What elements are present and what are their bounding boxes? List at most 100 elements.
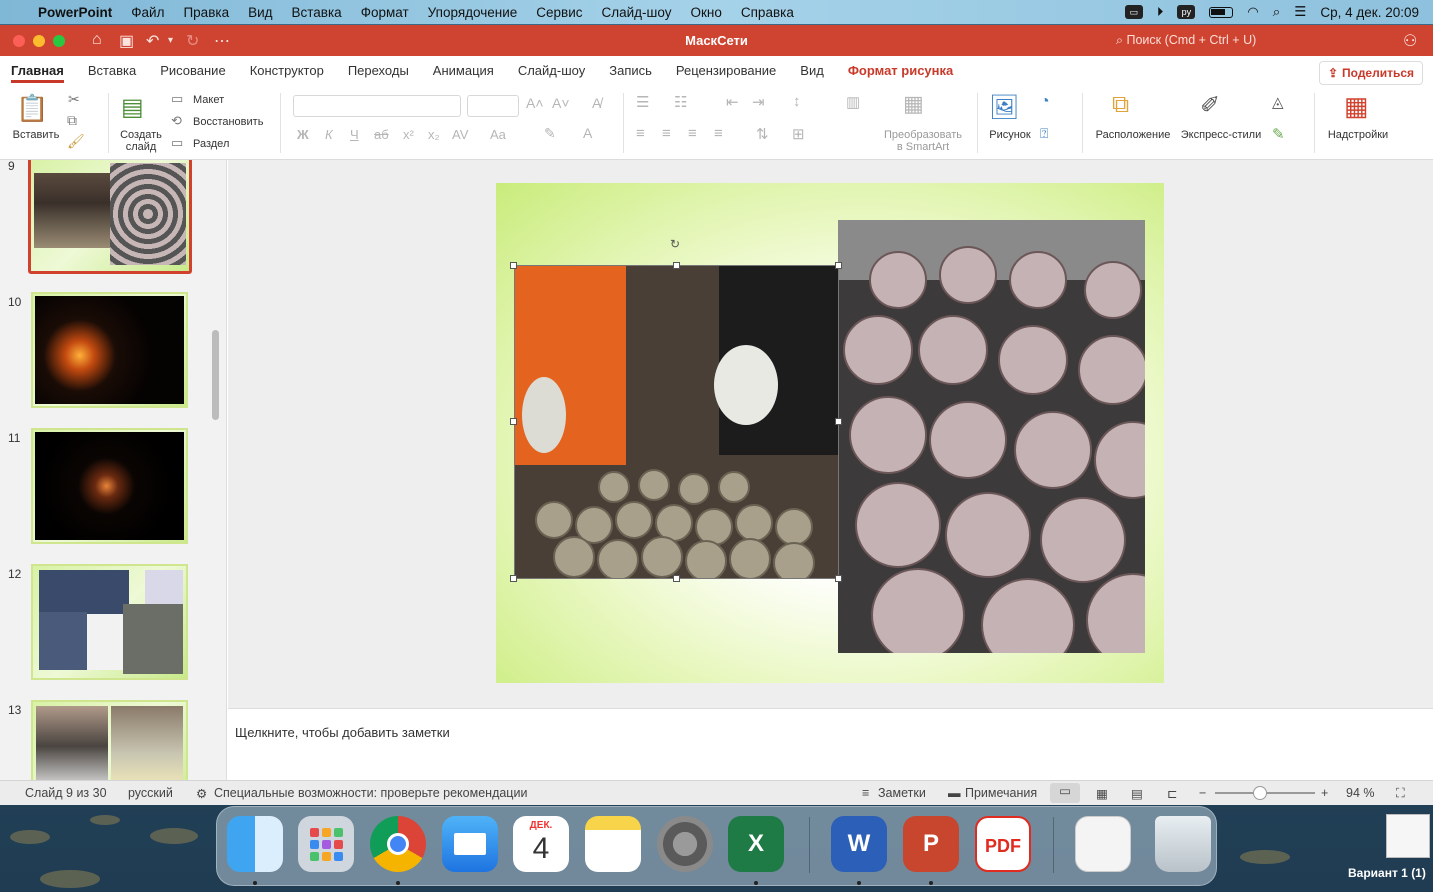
picture-label[interactable]: Рисунок [984,129,1036,141]
copy-icon[interactable]: ⧉ [67,112,77,129]
shapes-icon[interactable]: ◔ [1040,93,1050,111]
slide-thumbnail-10[interactable] [31,292,188,408]
document-preview-icon[interactable] [1075,816,1131,872]
menubar-clock[interactable]: Ср, 4 дек. 20:09 [1320,5,1419,20]
shrink-font-icon[interactable]: A˅ [552,95,570,111]
underline-icon[interactable]: Ч [350,127,359,142]
resize-handle[interactable] [673,262,680,269]
arrange-label[interactable]: Расположение [1093,129,1173,141]
align-right-icon[interactable]: ≡ [688,125,697,142]
menu-file[interactable]: Файл [131,5,164,20]
play-icon[interactable]: ⏵ [1157,4,1164,20]
tab-transitions[interactable]: Переходы [348,63,409,78]
comments-toggle[interactable]: Примечания [965,786,1037,800]
control-center-icon[interactable]: ☰ [1294,4,1306,20]
resize-handle[interactable] [510,418,517,425]
align-center-icon[interactable]: ≡ [662,125,671,142]
fit-to-window-icon[interactable]: ⛶ [1396,786,1405,801]
reset-icon[interactable]: ⟲ [171,113,182,129]
tab-home[interactable]: Главная [11,63,64,83]
menu-app-name[interactable]: PowerPoint [38,5,112,20]
char-spacing-icon[interactable]: AV [452,127,468,142]
resize-handle[interactable] [510,575,517,582]
layout-icon[interactable]: ▭ [171,91,183,107]
tab-insert[interactable]: Вставка [88,63,136,78]
line-spacing-icon[interactable]: ↕ [793,93,801,110]
increase-indent-icon[interactable]: ⇥ [752,93,765,111]
tab-design[interactable]: Конструктор [250,63,324,78]
calendar-icon[interactable]: ДЕК. 4 [513,816,569,872]
tab-review[interactable]: Рецензирование [676,63,776,78]
menu-window[interactable]: Окно [691,5,722,20]
strikethrough-icon[interactable]: аб [374,127,389,142]
search-field[interactable]: ⌕ Поиск (Cmd + Ctrl + U) [1116,33,1256,48]
pdf-icon[interactable]: PDF [975,816,1031,872]
cut-icon[interactable]: ✂ [68,91,80,108]
chrome-icon[interactable] [370,816,426,872]
tab-animations[interactable]: Анимация [433,63,494,78]
section-icon[interactable]: ▭ [171,135,183,151]
excel-icon[interactable]: X [728,816,784,872]
desktop-file-label[interactable]: Вариант 1 (1) [1348,866,1426,880]
shape-outline-icon[interactable]: ✎ [1272,125,1285,143]
system-settings-icon[interactable] [657,816,713,872]
reading-view-button[interactable]: ▤ [1131,786,1143,801]
decrease-indent-icon[interactable]: ⇤ [726,93,739,111]
display-icon[interactable]: ▭ [1124,5,1143,19]
desktop-file-icon[interactable] [1386,814,1430,858]
subscript-icon[interactable]: x₂ [428,127,440,142]
grow-font-icon[interactable]: A˄ [526,95,544,111]
addins-label[interactable]: Надстройки [1322,129,1394,141]
accessibility-icon[interactable]: ⚙ [196,786,207,801]
slide-thumbnail-9[interactable] [28,160,192,274]
layout-button[interactable]: Макет [193,94,224,106]
normal-view-button[interactable]: ▭ [1050,783,1080,803]
numbering-icon[interactable]: ☷ [674,93,687,111]
notes-pane[interactable]: Щелкните, чтобы добавить заметки [228,708,1433,780]
resize-handle[interactable] [673,575,680,582]
textbox-icon[interactable]: ⍰ [1040,125,1048,142]
slide-thumbnail-11[interactable] [31,428,188,544]
notes-app-icon[interactable] [585,816,641,872]
slideshow-view-button[interactable]: ⊏ [1167,786,1177,801]
new-slide-label[interactable]: Создать слайд [114,129,168,153]
font-name-combo[interactable] [293,95,461,117]
addins-icon[interactable]: ▦ [1344,91,1369,122]
reset-button[interactable]: Восстановить [193,116,263,128]
align-text-icon[interactable]: ⊞ [792,125,805,143]
italic-icon[interactable]: К [325,127,333,142]
arrange-icon[interactable]: ⧉ [1112,91,1129,119]
section-button[interactable]: Раздел [193,138,229,150]
py-icon[interactable]: py [1177,5,1196,19]
font-size-combo[interactable] [467,95,519,117]
zoom-level[interactable]: 94 % [1346,786,1375,800]
shape-fill-icon[interactable]: ◬ [1272,93,1284,111]
zoom-out-button[interactable]: − [1199,786,1206,800]
slide-sorter-button[interactable]: ▦ [1096,786,1108,801]
menu-slideshow[interactable]: Слайд-шоу [602,5,672,20]
smartart-icon[interactable]: ▦ [903,91,924,117]
resize-handle[interactable] [835,418,842,425]
tab-view[interactable]: Вид [800,63,824,78]
resize-handle[interactable] [835,575,842,582]
resize-handle[interactable] [510,262,517,269]
slide-picture-right[interactable] [838,220,1145,653]
picture-icon[interactable]: 🖼 [989,93,1019,122]
new-slide-icon[interactable]: ▤ [121,93,144,122]
menu-format[interactable]: Формат [361,5,409,20]
menu-tools[interactable]: Сервис [536,5,582,20]
comments-icon[interactable]: ▬ [948,786,961,800]
change-case-icon[interactable]: Aa [490,127,506,142]
launchpad-icon[interactable] [298,816,354,872]
slide-picture-left-selected[interactable] [514,265,839,579]
accessibility-status[interactable]: Специальные возможности: проверьте реком… [214,786,527,800]
highlight-icon[interactable]: ✎ [544,125,556,142]
finder-icon[interactable] [227,816,283,872]
justify-icon[interactable]: ≡ [714,125,723,142]
text-direction-icon[interactable]: ⇅ [756,125,769,143]
tab-draw[interactable]: Рисование [160,63,225,78]
trash-icon[interactable] [1155,816,1211,872]
battery-icon[interactable] [1209,6,1234,18]
word-icon[interactable]: W [831,816,887,872]
tab-record[interactable]: Запись [609,63,652,78]
